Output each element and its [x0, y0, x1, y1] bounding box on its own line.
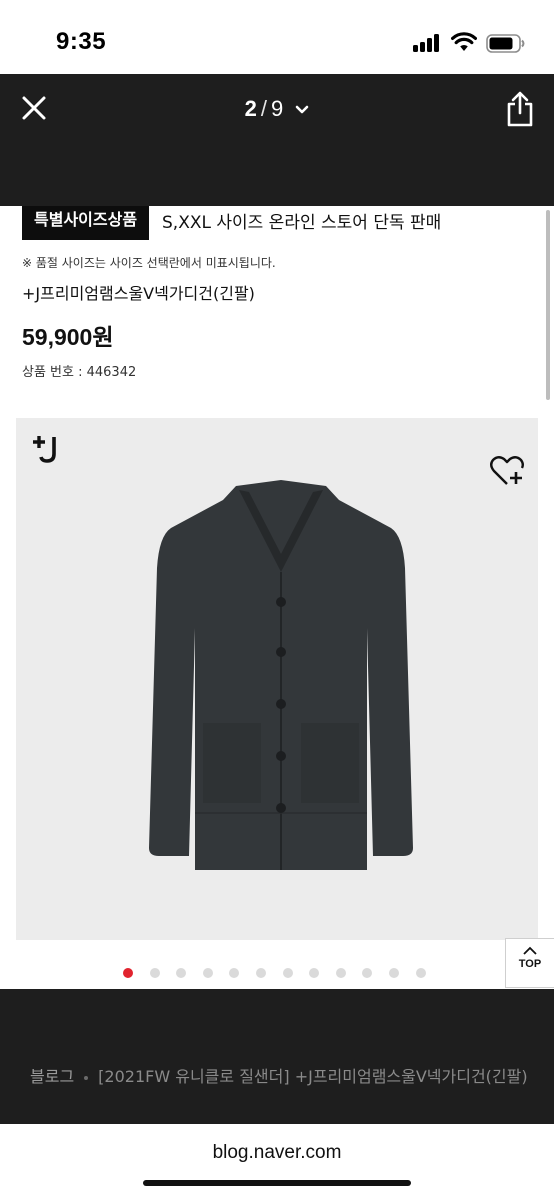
size-notice: ※ 품절 사이즈는 사이즈 선택란에서 미표시됩니다. [22, 256, 276, 270]
product-price: 59,900원 [22, 324, 114, 350]
chevron-up-icon [523, 946, 537, 955]
carousel-dot[interactable] [309, 968, 320, 978]
product-image[interactable] [16, 418, 538, 940]
carousel-pagination [0, 968, 554, 980]
url-text[interactable]: blog.naver.com [0, 1142, 554, 1164]
breadcrumb-site: 블로그 [30, 1067, 75, 1086]
share-icon[interactable] [504, 90, 536, 128]
product-number: 상품 번호 : 446342 [22, 365, 137, 380]
product-page: 특별사이즈상품 S,XXL 사이즈 온라인 스토어 단독 판매 ※ 품절 사이즈… [0, 206, 554, 989]
plus-j-logo [33, 436, 56, 463]
heart-plus-icon[interactable] [489, 454, 525, 488]
scroll-top-button[interactable]: TOP [505, 938, 554, 988]
carousel-dot[interactable] [362, 968, 373, 978]
status-time: 9:35 [56, 28, 107, 55]
viewer-toolbar: 2/9 [0, 74, 554, 206]
total-pages: 9 [271, 96, 284, 121]
chevron-down-icon [296, 105, 309, 114]
current-page: 2 [244, 96, 257, 121]
breadcrumb-title: [2021FW 유니클로 질샌더] +J프리미엄램스울V넥가디건(긴팔) [98, 1067, 528, 1086]
badge-description: S,XXL 사이즈 온라인 스토어 단독 판매 [162, 213, 442, 233]
home-indicator[interactable] [143, 1180, 411, 1186]
carousel-dot[interactable] [389, 968, 399, 978]
top-label: TOP [518, 958, 542, 970]
carousel-dot[interactable] [415, 968, 426, 978]
carousel-dot[interactable] [202, 968, 213, 978]
carousel-dot[interactable] [123, 968, 133, 978]
page-counter-dropdown[interactable]: 2/9 [0, 96, 554, 122]
cardigan-image [149, 480, 413, 870]
carousel-dot[interactable] [335, 968, 346, 978]
scrollbar[interactable] [546, 210, 550, 400]
breadcrumb-separator [84, 1075, 89, 1080]
cellular-signal-icon [413, 34, 443, 52]
status-bar: 9:35 [0, 0, 554, 74]
carousel-dot[interactable] [176, 968, 187, 978]
battery-icon [486, 34, 525, 53]
browser-address-bar: blog.naver.com [0, 1124, 554, 1200]
carousel-dot[interactable] [256, 968, 266, 978]
product-name: +J프리미엄램스울V넥가디건(긴팔) [22, 284, 255, 303]
wifi-icon [451, 32, 477, 51]
special-size-badge: 특별사이즈상품 [22, 206, 150, 240]
screen: 9:35 2/9 특별사이즈상품 S,XXL 사이즈 온라인 스토어 단독 판매… [0, 0, 554, 1200]
source-breadcrumb[interactable]: 블로그 [2021FW 유니클로 질샌더] +J프리미엄램스울V넥가디건(긴팔) [30, 1063, 530, 1087]
carousel-dot[interactable] [282, 968, 293, 978]
carousel-dot[interactable] [149, 968, 160, 978]
viewer-footer: 블로그 [2021FW 유니클로 질샌더] +J프리미엄램스울V넥가디건(긴팔) [0, 989, 554, 1124]
carousel-dot[interactable] [229, 968, 240, 978]
page-separator: / [260, 96, 267, 121]
